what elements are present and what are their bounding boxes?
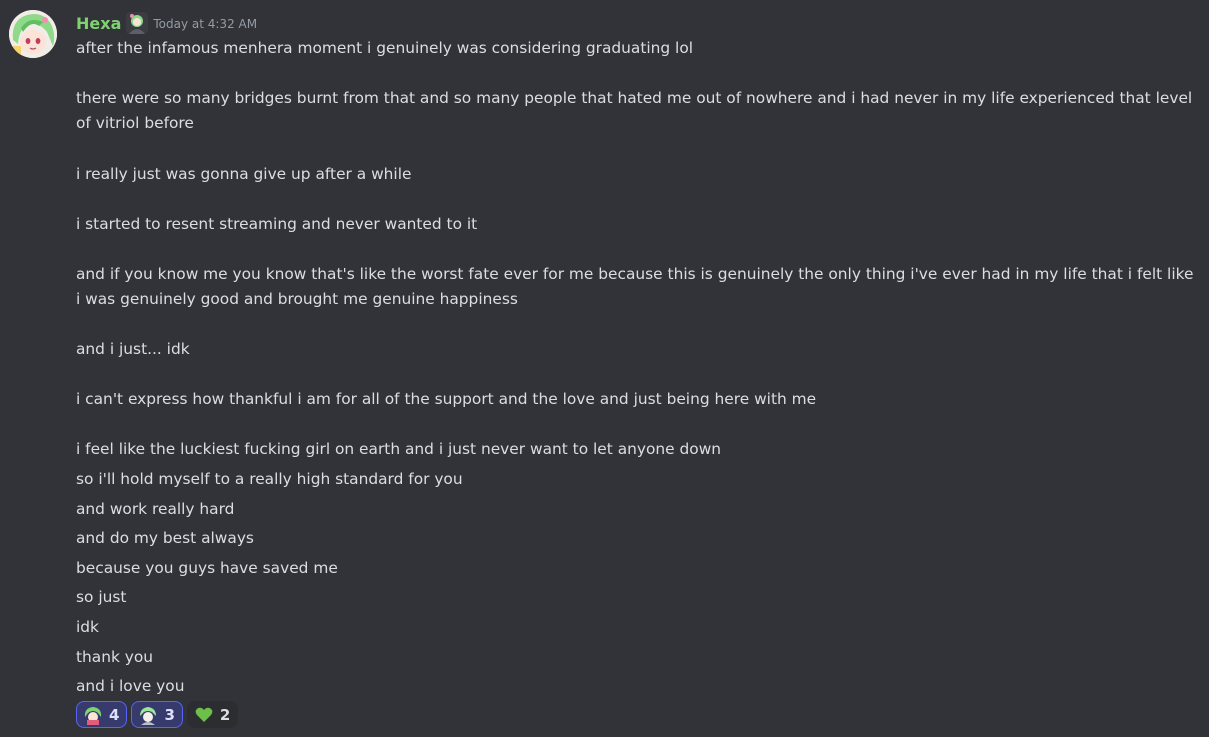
role-icon[interactable] <box>126 12 149 34</box>
message-line: so i'll hold myself to a really high sta… <box>76 470 463 488</box>
message-paragraph: i can't express how thankful i am for al… <box>76 390 817 408</box>
custom-character-emoji-icon <box>138 704 159 725</box>
message-line: and i love you <box>76 677 185 695</box>
message-line: and work really hard <box>76 500 235 518</box>
username[interactable]: Hexa <box>76 14 121 33</box>
custom-character-emoji-icon <box>83 704 103 725</box>
reaction-count: 3 <box>164 705 175 724</box>
message-paragraph: and if you know me you know that's like … <box>76 265 1194 308</box>
message-line: thank you <box>76 648 154 666</box>
reaction-green-heart[interactable]: 2 <box>186 701 239 728</box>
chat-message: Hexa Today at 4:32 AM after the infamous… <box>0 0 1209 737</box>
avatar-image <box>9 10 57 58</box>
message-line: and do my best always <box>76 529 254 547</box>
message-paragraph: i feel like the luckiest fucking girl on… <box>76 440 722 458</box>
reaction-count: 2 <box>219 705 231 724</box>
message-line: because you guys have saved me <box>76 559 338 577</box>
message-paragraph: i started to resent streaming and never … <box>76 215 478 233</box>
message-timestamp[interactable]: Today at 4:32 AM <box>153 17 257 31</box>
message-paragraph: and i just... idk <box>76 340 190 358</box>
message-paragraph: after the infamous menhera moment i genu… <box>76 39 694 57</box>
message-paragraph: there were so many bridges burnt from th… <box>76 89 1193 132</box>
message-line: so just <box>76 588 127 606</box>
message-header: Hexa Today at 4:32 AM <box>76 11 257 35</box>
reactions-bar: 4 3 2 <box>76 701 239 730</box>
reaction-custom-emoji-1[interactable]: 4 <box>76 701 128 728</box>
reaction-custom-emoji-2[interactable]: 3 <box>131 701 183 728</box>
reaction-count: 4 <box>109 705 120 724</box>
green-heart-icon <box>194 705 214 725</box>
user-avatar[interactable] <box>9 10 57 58</box>
message-line: idk <box>76 618 99 636</box>
message-paragraph: i really just was gonna give up after a … <box>76 165 412 183</box>
